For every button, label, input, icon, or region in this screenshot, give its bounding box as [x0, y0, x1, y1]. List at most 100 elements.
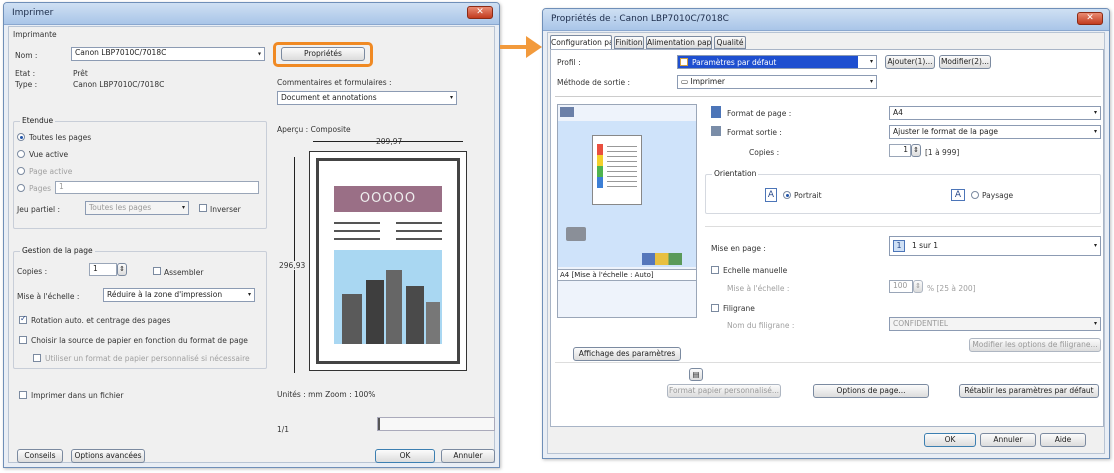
- page-handling-title: Gestion de la page: [20, 246, 95, 255]
- watermark-value: CONFIDENTIEL: [893, 319, 949, 328]
- printer-group-label: Imprimante: [13, 30, 57, 39]
- tab-quality[interactable]: Qualité: [714, 36, 746, 49]
- units-label: Unités : mm Zoom : 100%: [277, 390, 376, 399]
- layout-select[interactable]: 1 1 sur 1 ▾: [889, 236, 1101, 256]
- layout-icon: 1: [893, 240, 905, 252]
- finishing-icons: [642, 253, 682, 265]
- tab-panel: Profil : Paramètres par défaut ▾ Ajouter…: [550, 49, 1104, 427]
- help-button[interactable]: Aide: [1040, 433, 1086, 447]
- tips-button[interactable]: Conseils: [17, 449, 63, 463]
- choose-source-checkbox[interactable]: [19, 336, 27, 344]
- output-size-label: Format sortie :: [727, 128, 782, 137]
- tab-page-setup[interactable]: Configuration page: [550, 35, 612, 50]
- preview-banner: OOOOO: [334, 186, 442, 212]
- autorotate-checkbox[interactable]: [19, 314, 27, 324]
- range-all-radio[interactable]: [17, 133, 25, 141]
- manual-scaling-checkbox[interactable]: [711, 266, 719, 274]
- advanced-options-button[interactable]: Options avancées: [71, 449, 145, 463]
- range-active-page-label: Page active: [29, 167, 73, 176]
- custom-paper-checkbox[interactable]: [33, 354, 41, 362]
- copies-input[interactable]: 1: [89, 263, 117, 276]
- printer-status-label: Etat :: [15, 69, 36, 78]
- preview-city-image: [334, 250, 442, 344]
- reverse-label: Inverser: [210, 205, 241, 214]
- page-slider-thumb[interactable]: [378, 418, 380, 430]
- tab-strip: Configuration page Finition Alimentation…: [550, 35, 1102, 50]
- landscape-radio[interactable]: [971, 191, 979, 199]
- landscape-label: Paysage: [982, 191, 1014, 200]
- output-size-value: Ajuster le format de la page: [893, 127, 998, 136]
- add-profile-button[interactable]: Ajouter(1)...: [885, 55, 935, 69]
- scaling-value: Réduire à la zone d'impression: [107, 290, 223, 299]
- properties-titlebar[interactable]: Propriétés de : Canon LBP7010C/7018C ✕: [543, 9, 1109, 31]
- page-size-icon: [711, 106, 721, 118]
- reverse-checkbox[interactable]: [199, 204, 207, 212]
- printer-type-label: Type :: [15, 80, 38, 89]
- subset-select[interactable]: Toutes les pages ▾: [85, 201, 189, 215]
- scaling-input[interactable]: 100: [889, 280, 913, 293]
- output-size-select[interactable]: Ajuster le format de la page ▾: [889, 125, 1101, 139]
- watermark-name-label: Nom du filigrane :: [727, 321, 795, 330]
- close-icon[interactable]: ✕: [1077, 12, 1103, 25]
- copies-input[interactable]: 1: [889, 144, 911, 157]
- preview-height-label: 296,93: [279, 261, 306, 270]
- building-shape: [386, 270, 402, 344]
- output-method-select[interactable]: ▭ Imprimer ▾: [677, 75, 877, 89]
- ok-button[interactable]: OK: [924, 433, 976, 447]
- print-dialog-title: Imprimer: [12, 8, 54, 18]
- properties-button[interactable]: Propriétés: [281, 47, 365, 61]
- printer-name-select[interactable]: Canon LBP7010C/7018C ▾: [71, 47, 265, 61]
- cancel-button[interactable]: Annuler: [441, 449, 495, 463]
- range-active-page-radio[interactable]: [17, 167, 25, 175]
- printer-type-value: Canon LBP7010C/7018C: [73, 80, 165, 89]
- comments-select[interactable]: Document et annotations ▾: [277, 91, 457, 105]
- tab-paper-source[interactable]: Alimentation papier: [646, 36, 712, 49]
- page-options-button[interactable]: Options de page...: [813, 384, 929, 398]
- settings-summary-icon[interactable]: ▤: [689, 368, 703, 381]
- copies-spinner[interactable]: ⇕: [117, 263, 127, 276]
- cancel-button[interactable]: Annuler: [980, 433, 1036, 447]
- restore-defaults-button[interactable]: Rétablir les paramètres par défaut: [959, 384, 1099, 398]
- range-pages-radio[interactable]: [17, 184, 25, 192]
- page-size-select[interactable]: A4 ▾: [889, 106, 1101, 120]
- properties-dialog: Propriétés de : Canon LBP7010C/7018C ✕ C…: [542, 8, 1110, 459]
- profile-value: Paramètres par défaut: [692, 58, 777, 67]
- collate-label: Assembler: [164, 268, 204, 277]
- watermark-checkbox[interactable]: [711, 304, 719, 312]
- copies-label: Copies :: [17, 267, 48, 276]
- portrait-radio[interactable]: [783, 191, 791, 199]
- print-dialog-titlebar[interactable]: Imprimer ✕: [4, 3, 499, 25]
- page-indicator: 1/1: [277, 425, 290, 434]
- manual-scaling-label: Echelle manuelle: [723, 266, 788, 275]
- print-dialog: Imprimer ✕ Imprimante Nom : Canon LBP701…: [3, 2, 500, 468]
- copies-label: Copies :: [749, 148, 780, 157]
- edit-profile-button[interactable]: Modifier(2)...: [939, 55, 991, 69]
- print-to-file-label: Imprimer dans un fichier: [31, 391, 124, 400]
- preview-toolbar-icon: [560, 107, 574, 117]
- copies-spinner[interactable]: ⇕: [911, 144, 921, 157]
- tab-finishing[interactable]: Finition: [614, 36, 644, 49]
- profile-select[interactable]: Paramètres par défaut ▾: [677, 55, 877, 69]
- printer-name-value: Canon LBP7010C/7018C: [75, 48, 167, 57]
- preview-caption: A4 [Mise à l'échelle : Auto]: [558, 269, 696, 281]
- scaling-spinner[interactable]: ⇕: [913, 280, 923, 293]
- ok-button[interactable]: OK: [375, 449, 435, 463]
- scaling-select[interactable]: Réduire à la zone d'impression ▾: [103, 288, 255, 302]
- collate-checkbox[interactable]: [153, 267, 161, 275]
- output-size-icon: [711, 126, 721, 136]
- page-size-label: Format de page :: [727, 109, 792, 118]
- range-current-radio[interactable]: [17, 150, 25, 158]
- page-slider[interactable]: [377, 417, 495, 431]
- watermark-select[interactable]: CONFIDENTIEL ▾: [889, 317, 1101, 331]
- custom-paper-button[interactable]: Format papier personnalisé...: [667, 384, 781, 398]
- copies-range-label: [1 à 999]: [925, 148, 960, 157]
- print-to-file-checkbox[interactable]: [19, 391, 27, 399]
- close-icon[interactable]: ✕: [467, 6, 493, 19]
- landscape-icon: A: [951, 189, 965, 201]
- chevron-down-icon: ▾: [1093, 320, 1097, 327]
- range-pages-input[interactable]: 1: [55, 181, 259, 194]
- show-settings-button[interactable]: Affichage des paramètres: [573, 347, 681, 361]
- subset-label: Jeu partiel :: [17, 205, 61, 214]
- chevron-down-icon: ▾: [869, 78, 873, 85]
- watermark-options-button[interactable]: Modifier les options de filigrane...: [969, 338, 1101, 352]
